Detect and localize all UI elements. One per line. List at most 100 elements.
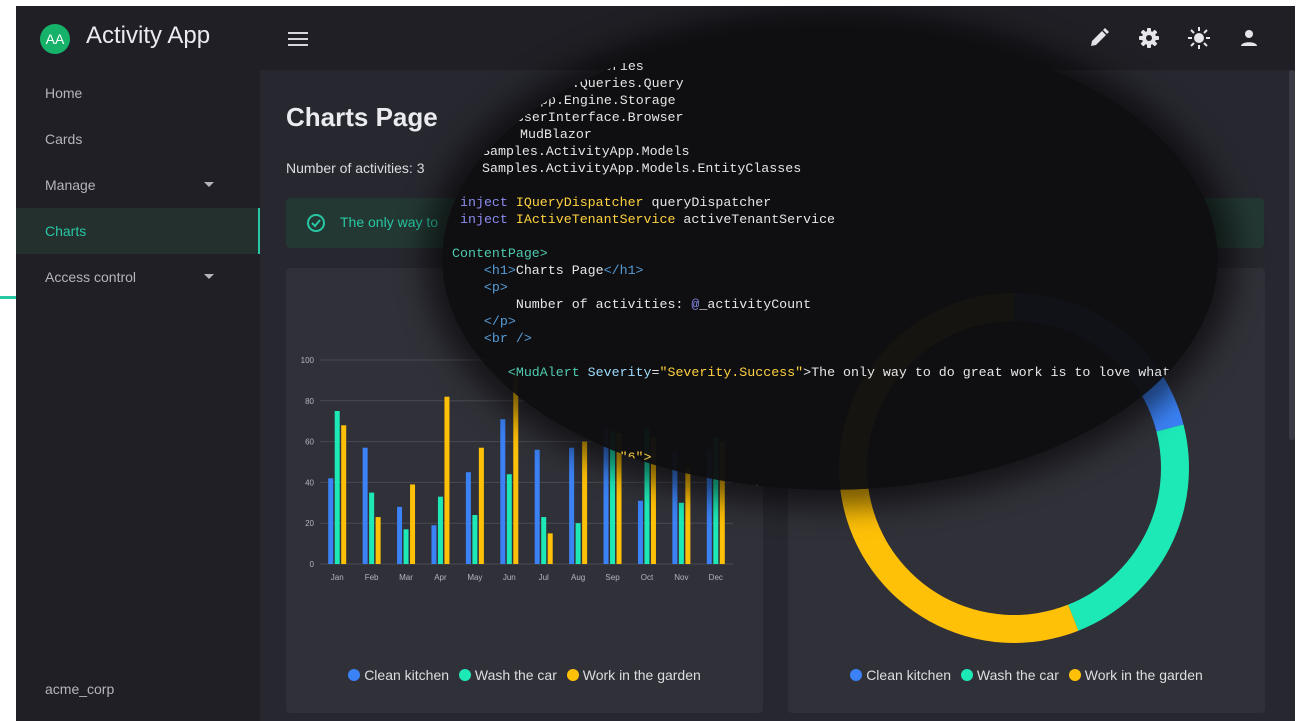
bar-clean-kitchen[interactable] (397, 506, 403, 564)
legend-dot (348, 669, 361, 681)
bar-wash-the-car[interactable] (472, 515, 478, 564)
bar-clean-kitchen[interactable] (637, 500, 643, 564)
page-title: Charts Page (286, 102, 438, 132)
bar-wash-the-car[interactable] (575, 523, 581, 564)
bar-wash-the-car[interactable] (334, 411, 340, 564)
legend-dot (850, 669, 863, 681)
sidebar-item-cards[interactable]: Cards (16, 116, 260, 162)
bar-wash-the-car[interactable] (678, 502, 684, 564)
code-line: Samples.ActivityApp.Models (482, 144, 690, 159)
app-title[interactable]: Activity App (86, 22, 210, 50)
bar-work-in-the-garden[interactable] (547, 533, 553, 564)
sidebar-item-home[interactable]: Home (16, 70, 260, 116)
legend-label: Work in the garden (1084, 667, 1203, 683)
app-logo-avatar: AA (40, 24, 70, 54)
sidebar-item-label: Access control (45, 269, 137, 285)
bar-work-in-the-garden[interactable] (341, 425, 347, 564)
vertical-scrollbar[interactable] (1289, 70, 1295, 440)
code-line: ine.Queries (556, 59, 644, 74)
legend-item-work-in-the-garden[interactable]: Work in the garden (1068, 667, 1203, 683)
bar-work-in-the-garden[interactable] (375, 517, 381, 564)
code-line: <p> (452, 280, 508, 295)
bar-chart-legend: Clean kitchen Wash the car Work in the g… (286, 667, 763, 683)
theme-sun-icon[interactable] (1187, 26, 1211, 50)
x-tick-label: Feb (365, 573, 379, 582)
legend-label: Wash the car (976, 667, 1059, 683)
bar-clean-kitchen[interactable] (328, 478, 334, 564)
legend-item-wash-the-car[interactable]: Wash the car (960, 667, 1059, 683)
bar-wash-the-car[interactable] (369, 492, 375, 564)
legend-label: Work in the garden (582, 667, 701, 683)
donut-chart-legend: Clean kitchen Wash the car Work in the g… (788, 667, 1265, 683)
legend-item-work-in-the-garden[interactable]: Work in the garden (566, 667, 701, 683)
code-snippet: ine.Queries p.Engine.Queries.Query App.Eng… (452, 58, 1218, 490)
y-tick-label: 0 (310, 560, 315, 569)
code-line: Samples.ActivityApp.Models.EntityClasses (482, 161, 802, 176)
code-line: <h1>Charts Page</h1> (452, 263, 644, 278)
code-line: ContentPage> (452, 246, 548, 261)
bar-clean-kitchen[interactable] (362, 447, 368, 564)
check-circle-icon (307, 214, 325, 232)
activity-count-text: Number of activities: 3 (286, 160, 425, 176)
sidebar-item-access-control[interactable]: Access control (16, 254, 260, 300)
sidebar-item-charts[interactable]: Charts (16, 208, 260, 254)
toolbar-actions (1087, 26, 1261, 50)
code-line: </p> (452, 314, 516, 329)
sidebar-item-label: Home (45, 85, 83, 101)
x-tick-label: Mar (399, 573, 413, 582)
y-tick-label: 100 (301, 356, 315, 365)
legend-dot (566, 669, 579, 681)
tenant-name: acme_corp (45, 681, 115, 697)
code-line: App.Engine.Storage (532, 93, 676, 108)
app-window: AA Activity App Home Cards Manage Charts… (16, 6, 1295, 721)
bar-wash-the-car[interactable] (437, 496, 443, 564)
y-tick-label: 80 (305, 397, 314, 406)
edit-pencil-icon[interactable] (1087, 26, 1111, 50)
sidebar-item-label: Cards (45, 131, 83, 147)
legend-label: Wash the car (474, 667, 557, 683)
legend-item-clean-kitchen[interactable]: Clean kitchen (348, 667, 449, 683)
code-line: inject IActiveTenantService activeTenant… (460, 212, 836, 227)
y-tick-label: 60 (305, 438, 314, 447)
chevron-down-icon (204, 182, 214, 187)
x-tick-label: Jun (503, 573, 516, 582)
bar-work-in-the-garden[interactable] (444, 396, 450, 564)
bar-clean-kitchen[interactable] (431, 525, 437, 564)
alert-message: The only way to (340, 214, 439, 230)
x-tick-label: Aug (571, 573, 585, 582)
code-magnifier-overlay: ine.Queries p.Engine.Queries.Query App.Eng… (442, 28, 1218, 490)
code-line: MudBlazor (520, 127, 592, 142)
hamburger-menu-icon[interactable] (286, 28, 310, 50)
bar-work-in-the-garden[interactable] (410, 484, 416, 564)
legend-dot (1068, 669, 1081, 681)
bar-wash-the-car[interactable] (403, 529, 409, 564)
x-tick-label: Apr (434, 573, 447, 582)
x-tick-label: Sep (605, 573, 620, 582)
legend-label: Clean kitchen (364, 667, 450, 683)
legend-dot (458, 669, 471, 681)
x-tick-label: Nov (674, 573, 688, 582)
settings-gear-icon[interactable] (1137, 26, 1161, 50)
bar-wash-the-car[interactable] (541, 517, 547, 564)
sidebar-item-label: Charts (45, 223, 87, 239)
code-line: <MudAlert Severity="Severity.Success">Th… (452, 365, 1218, 380)
legend-dot (960, 669, 973, 681)
user-account-icon[interactable] (1237, 26, 1261, 50)
code-line: Number of activities: @_activityCount (452, 297, 812, 312)
legend-item-clean-kitchen[interactable]: Clean kitchen (850, 667, 951, 683)
x-tick-label: Jul (539, 573, 549, 582)
x-tick-label: May (467, 573, 482, 582)
legend-item-wash-the-car[interactable]: Wash the car (458, 667, 557, 683)
x-tick-label: Dec (709, 573, 723, 582)
chevron-down-icon (204, 274, 214, 279)
code-line: ="6"> (452, 450, 652, 465)
x-tick-label: Oct (641, 573, 654, 582)
code-line: <br /> (452, 331, 532, 346)
sidebar-item-manage[interactable]: Manage (16, 162, 260, 208)
